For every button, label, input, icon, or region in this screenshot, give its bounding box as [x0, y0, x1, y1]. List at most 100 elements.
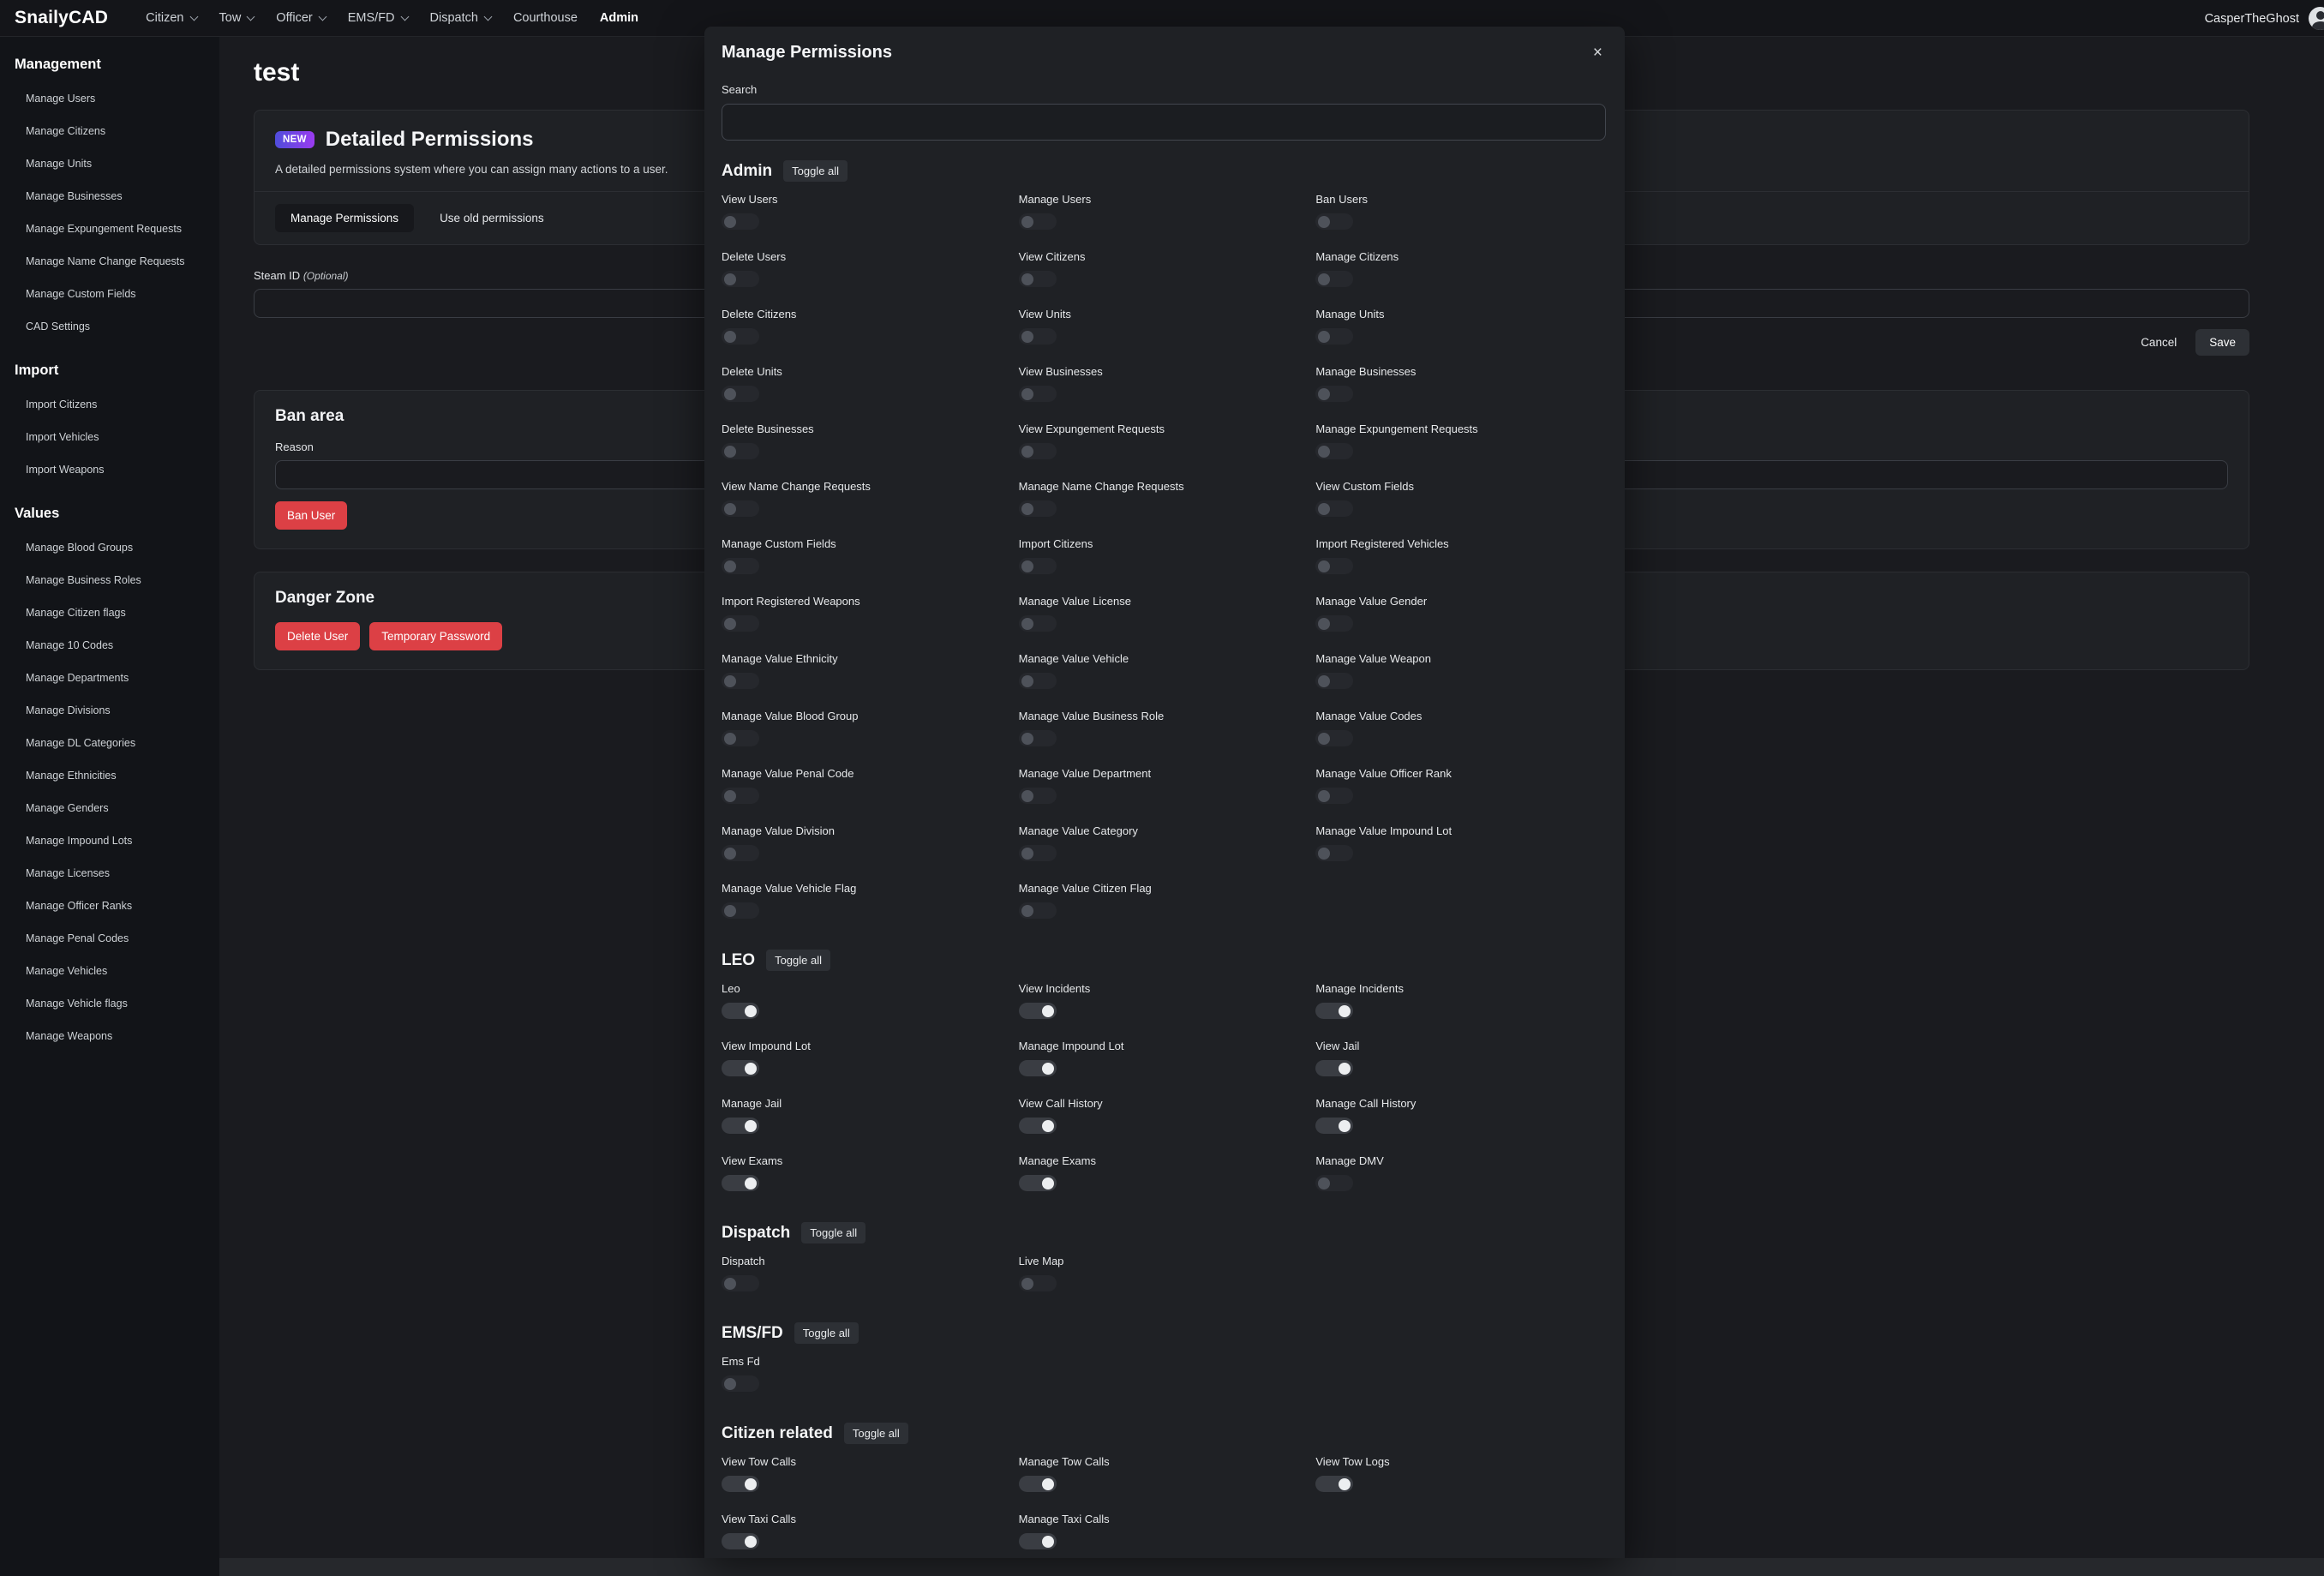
toggle-manage-value-ethnicity[interactable] — [722, 673, 759, 689]
search-input[interactable] — [722, 104, 1606, 141]
sidebar-item-manage-units[interactable]: Manage Units — [15, 147, 209, 180]
temporary-password-button[interactable]: Temporary Password — [369, 622, 502, 650]
toggle-view-call-history[interactable] — [1019, 1118, 1057, 1134]
use-old-permissions-button[interactable]: Use old permissions — [440, 212, 544, 225]
sidebar-item-manage-licenses[interactable]: Manage Licenses — [15, 857, 209, 890]
toggle-leo[interactable] — [722, 1003, 759, 1019]
toggle-view-tow-logs[interactable] — [1315, 1476, 1353, 1492]
toggle-all-button-dispatch[interactable]: Toggle all — [801, 1222, 866, 1243]
toggle-manage-jail[interactable] — [722, 1118, 759, 1134]
toggle-view-citizens[interactable] — [1019, 271, 1057, 287]
nav-item-dispatch[interactable]: Dispatch — [430, 11, 491, 25]
ban-user-button[interactable]: Ban User — [275, 501, 347, 530]
toggle-view-units[interactable] — [1019, 328, 1057, 345]
toggle-manage-citizens[interactable] — [1315, 271, 1353, 287]
sidebar-item-manage-custom-fields[interactable]: Manage Custom Fields — [15, 278, 209, 310]
toggle-manage-value-officer-rank[interactable] — [1315, 788, 1353, 804]
toggle-manage-value-vehicle[interactable] — [1019, 673, 1057, 689]
toggle-manage-value-blood-group[interactable] — [722, 730, 759, 746]
toggle-dispatch[interactable] — [722, 1275, 759, 1291]
toggle-manage-value-codes[interactable] — [1315, 730, 1353, 746]
sidebar-item-manage-ethnicities[interactable]: Manage Ethnicities — [15, 759, 209, 792]
nav-item-officer[interactable]: Officer — [276, 11, 325, 25]
toggle-manage-value-category[interactable] — [1019, 845, 1057, 861]
sidebar-item-manage-users[interactable]: Manage Users — [15, 82, 209, 115]
toggle-view-users[interactable] — [722, 213, 759, 230]
toggle-all-button-citizen-related[interactable]: Toggle all — [844, 1423, 908, 1444]
toggle-manage-value-business-role[interactable] — [1019, 730, 1057, 746]
cancel-button[interactable]: Cancel — [2141, 336, 2177, 349]
toggle-view-incidents[interactable] — [1019, 1003, 1057, 1019]
toggle-import-registered-vehicles[interactable] — [1315, 558, 1353, 574]
toggle-delete-businesses[interactable] — [722, 443, 759, 459]
toggle-manage-value-division[interactable] — [722, 845, 759, 861]
toggle-import-registered-weapons[interactable] — [722, 615, 759, 632]
toggle-manage-value-weapon[interactable] — [1315, 673, 1353, 689]
toggle-manage-value-gender[interactable] — [1315, 615, 1353, 632]
nav-item-admin[interactable]: Admin — [600, 11, 638, 25]
sidebar-item-manage-citizen-flags[interactable]: Manage Citizen flags — [15, 596, 209, 629]
toggle-manage-value-license[interactable] — [1019, 615, 1057, 632]
toggle-manage-businesses[interactable] — [1315, 386, 1353, 402]
toggle-manage-value-citizen-flag[interactable] — [1019, 902, 1057, 919]
username[interactable]: CasperTheGhost — [2205, 12, 2299, 26]
app-logo[interactable]: SnailyCAD — [15, 8, 108, 28]
toggle-manage-dmv[interactable] — [1315, 1175, 1353, 1191]
toggle-ban-users[interactable] — [1315, 213, 1353, 230]
toggle-manage-users[interactable] — [1019, 213, 1057, 230]
toggle-manage-call-history[interactable] — [1315, 1118, 1353, 1134]
toggle-delete-units[interactable] — [722, 386, 759, 402]
toggle-manage-expungement-requests[interactable] — [1315, 443, 1353, 459]
toggle-delete-citizens[interactable] — [722, 328, 759, 345]
toggle-manage-name-change-requests[interactable] — [1019, 500, 1057, 517]
nav-item-citizen[interactable]: Citizen — [146, 11, 196, 25]
sidebar-item-manage-genders[interactable]: Manage Genders — [15, 792, 209, 824]
manage-permissions-button[interactable]: Manage Permissions — [275, 204, 414, 232]
toggle-all-button-admin[interactable]: Toggle all — [783, 160, 848, 182]
sidebar-item-manage-blood-groups[interactable]: Manage Blood Groups — [15, 531, 209, 564]
toggle-ems-fd[interactable] — [722, 1375, 759, 1392]
toggle-manage-value-impound-lot[interactable] — [1315, 845, 1353, 861]
toggle-manage-impound-lot[interactable] — [1019, 1060, 1057, 1076]
sidebar-item-cad-settings[interactable]: CAD Settings — [15, 310, 209, 343]
toggle-manage-value-department[interactable] — [1019, 788, 1057, 804]
toggle-view-tow-calls[interactable] — [722, 1476, 759, 1492]
toggle-manage-exams[interactable] — [1019, 1175, 1057, 1191]
sidebar-item-manage-penal-codes[interactable]: Manage Penal Codes — [15, 922, 209, 955]
toggle-manage-taxi-calls[interactable] — [1019, 1533, 1057, 1549]
toggle-view-taxi-calls[interactable] — [722, 1533, 759, 1549]
toggle-manage-value-penal-code[interactable] — [722, 788, 759, 804]
toggle-manage-value-vehicle-flag[interactable] — [722, 902, 759, 919]
toggle-manage-units[interactable] — [1315, 328, 1353, 345]
close-icon[interactable]: × — [1590, 43, 1606, 63]
sidebar-item-manage-vehicles[interactable]: Manage Vehicles — [15, 955, 209, 987]
toggle-manage-incidents[interactable] — [1315, 1003, 1353, 1019]
sidebar-item-manage-expungement-requests[interactable]: Manage Expungement Requests — [15, 213, 209, 245]
sidebar-item-manage-weapons[interactable]: Manage Weapons — [15, 1020, 209, 1052]
toggle-delete-users[interactable] — [722, 271, 759, 287]
sidebar-item-manage-citizens[interactable]: Manage Citizens — [15, 115, 209, 147]
toggle-view-custom-fields[interactable] — [1315, 500, 1353, 517]
sidebar-item-manage-officer-ranks[interactable]: Manage Officer Ranks — [15, 890, 209, 922]
delete-user-button[interactable]: Delete User — [275, 622, 360, 650]
sidebar-item-manage-business-roles[interactable]: Manage Business Roles — [15, 564, 209, 596]
sidebar-item-manage-businesses[interactable]: Manage Businesses — [15, 180, 209, 213]
sidebar-item-manage-10-codes[interactable]: Manage 10 Codes — [15, 629, 209, 662]
toggle-view-exams[interactable] — [722, 1175, 759, 1191]
toggle-all-button-leo[interactable]: Toggle all — [766, 950, 830, 971]
sidebar-item-manage-vehicle-flags[interactable]: Manage Vehicle flags — [15, 987, 209, 1020]
sidebar-item-manage-divisions[interactable]: Manage Divisions — [15, 694, 209, 727]
toggle-view-name-change-requests[interactable] — [722, 500, 759, 517]
sidebar-item-import-vehicles[interactable]: Import Vehicles — [15, 421, 209, 453]
nav-item-courthouse[interactable]: Courthouse — [513, 11, 578, 25]
toggle-view-expungement-requests[interactable] — [1019, 443, 1057, 459]
sidebar-item-manage-impound-lots[interactable]: Manage Impound Lots — [15, 824, 209, 857]
toggle-view-jail[interactable] — [1315, 1060, 1353, 1076]
nav-item-ems-fd[interactable]: EMS/FD — [348, 11, 408, 25]
sidebar-item-import-citizens[interactable]: Import Citizens — [15, 388, 209, 421]
toggle-manage-custom-fields[interactable] — [722, 558, 759, 574]
toggle-view-businesses[interactable] — [1019, 386, 1057, 402]
toggle-view-impound-lot[interactable] — [722, 1060, 759, 1076]
sidebar-item-import-weapons[interactable]: Import Weapons — [15, 453, 209, 486]
nav-item-tow[interactable]: Tow — [219, 11, 255, 25]
